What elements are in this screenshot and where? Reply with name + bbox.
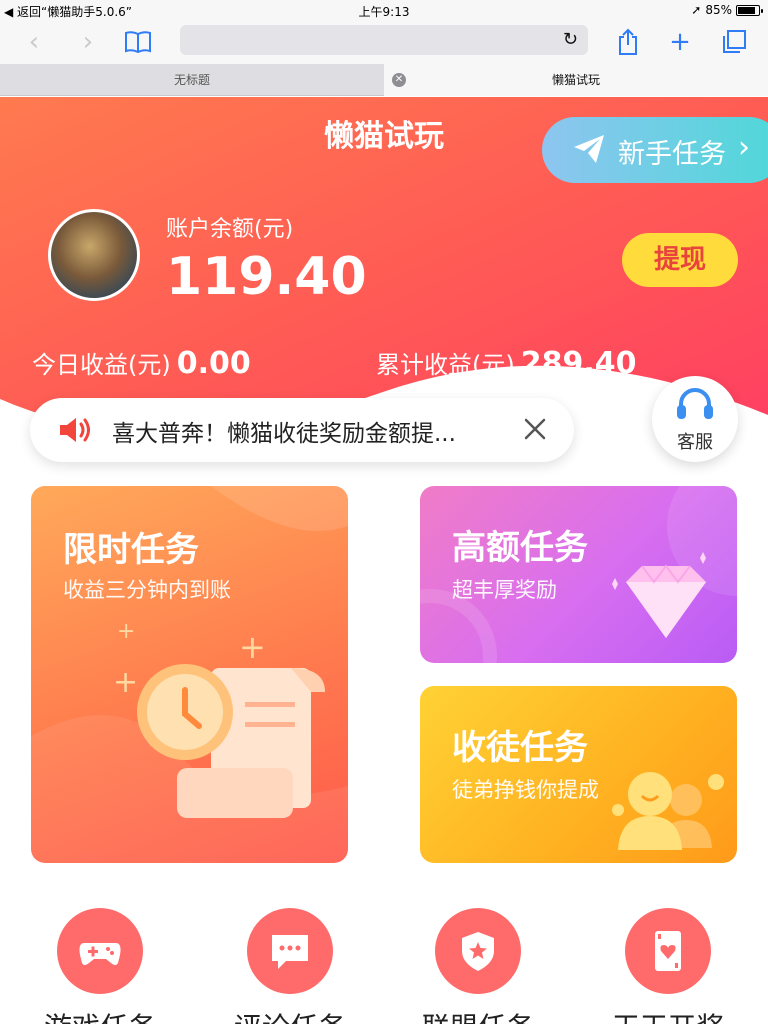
balance-label: 账户余额(元) xyxy=(166,217,294,242)
today-label: 今日收益(元) xyxy=(32,351,171,379)
address-bar[interactable]: ↻ xyxy=(180,25,588,55)
people-icon xyxy=(612,772,724,850)
newbie-task-button[interactable]: 新手任务 › xyxy=(542,117,768,183)
total-earnings: 累计收益(元) 289.40 xyxy=(376,345,637,381)
withdraw-button[interactable]: 提现 xyxy=(622,233,738,287)
speaker-icon xyxy=(60,418,90,442)
apprentice-task-subtitle: 徒弟挣钱你提成 xyxy=(452,778,599,802)
notice-message: 喜大普奔！懒猫收徒奖励金额提... xyxy=(112,421,456,447)
customer-service-label: 客服 xyxy=(677,432,713,453)
diamond-icon xyxy=(612,552,706,638)
svg-text:+: + xyxy=(239,628,266,666)
nav-game-task-label: 游戏任务 xyxy=(30,1006,170,1024)
battery-icon xyxy=(736,4,763,16)
location-icon: ➚ xyxy=(691,3,702,17)
limited-task-title: 限时任务 xyxy=(63,530,199,570)
nav-alliance-task[interactable]: 联盟任务 xyxy=(422,908,534,1024)
tab-strip: 无标题 懒猫试玩 ✕ xyxy=(0,64,768,96)
reload-icon[interactable]: ↻ xyxy=(563,29,578,50)
nav-daily-lottery[interactable]: 天天开奖 xyxy=(612,908,724,1024)
high-reward-card[interactable]: 高额任务 超丰厚奖励 xyxy=(420,486,737,663)
status-time: 上午9:13 xyxy=(358,5,410,19)
high-reward-title: 高额任务 xyxy=(452,528,588,568)
forward-arrow-icon[interactable]: › xyxy=(72,26,104,58)
nav-alliance-task-label: 联盟任务 xyxy=(408,1006,548,1024)
back-arrow-icon[interactable]: ‹ xyxy=(18,26,50,58)
today-value: 0.00 xyxy=(176,346,251,381)
headset-icon xyxy=(677,388,713,419)
tab-lanmao[interactable]: 懒猫试玩 xyxy=(384,64,768,96)
share-icon[interactable] xyxy=(612,26,644,58)
chevron-right-icon: › xyxy=(738,130,750,165)
battery-level xyxy=(738,6,755,14)
tab-untitled[interactable]: 无标题 xyxy=(0,64,384,96)
browser-toolbar: ‹ › ↻ + xyxy=(0,20,768,64)
notice-bar[interactable]: 喜大普奔！懒猫收徒奖励金额提... xyxy=(30,398,574,462)
battery-percent: 85% xyxy=(705,3,732,17)
high-reward-subtitle: 超丰厚奖励 xyxy=(452,578,557,602)
paper-plane-icon xyxy=(574,135,604,163)
playing-card-icon xyxy=(625,908,711,994)
avatar[interactable] xyxy=(48,209,140,301)
total-value: 289.40 xyxy=(520,346,637,381)
tabs-icon[interactable] xyxy=(718,26,750,58)
close-tab-icon[interactable]: ✕ xyxy=(392,73,406,87)
bookmarks-icon[interactable] xyxy=(122,26,154,58)
shield-star-icon xyxy=(435,908,521,994)
svg-text:+: + xyxy=(117,622,135,644)
apprentice-task-card[interactable]: 收徒任务 徒弟挣钱你提成 xyxy=(420,686,737,863)
nav-game-task[interactable]: 游戏任务 xyxy=(44,908,156,1024)
total-label: 累计收益(元) xyxy=(376,351,515,379)
clock-scroll-icon: + + + xyxy=(115,622,325,818)
new-tab-icon[interactable]: + xyxy=(664,26,696,58)
limited-task-subtitle: 收益三分钟内到账 xyxy=(63,578,231,602)
apprentice-task-title: 收徒任务 xyxy=(452,728,588,768)
newbie-task-label: 新手任务 xyxy=(618,139,726,170)
close-icon[interactable] xyxy=(520,414,550,444)
nav-comment-task-label: 评论任务 xyxy=(220,1006,360,1024)
account-header: 懒猫试玩 新手任务 › 账户余额(元) 119.40 提现 今日收益(元) 0.0… xyxy=(0,97,768,437)
today-earnings: 今日收益(元) 0.00 xyxy=(32,345,251,381)
nav-daily-lottery-label: 天天开奖 xyxy=(598,1006,738,1024)
status-right: ➚ 85% xyxy=(691,3,763,17)
svg-text:+: + xyxy=(115,665,138,700)
status-bar: ◀ 返回“懒猫助手5.0.6” 上午9:13 ➚ 85% xyxy=(0,0,768,20)
balance-value: 119.40 xyxy=(166,247,367,307)
comment-icon xyxy=(247,908,333,994)
limited-task-card[interactable]: 限时任务 收益三分钟内到账 + + + xyxy=(31,486,348,863)
customer-service-button[interactable]: 客服 xyxy=(652,376,738,462)
gamepad-icon xyxy=(57,908,143,994)
nav-comment-task[interactable]: 评论任务 xyxy=(234,908,346,1024)
